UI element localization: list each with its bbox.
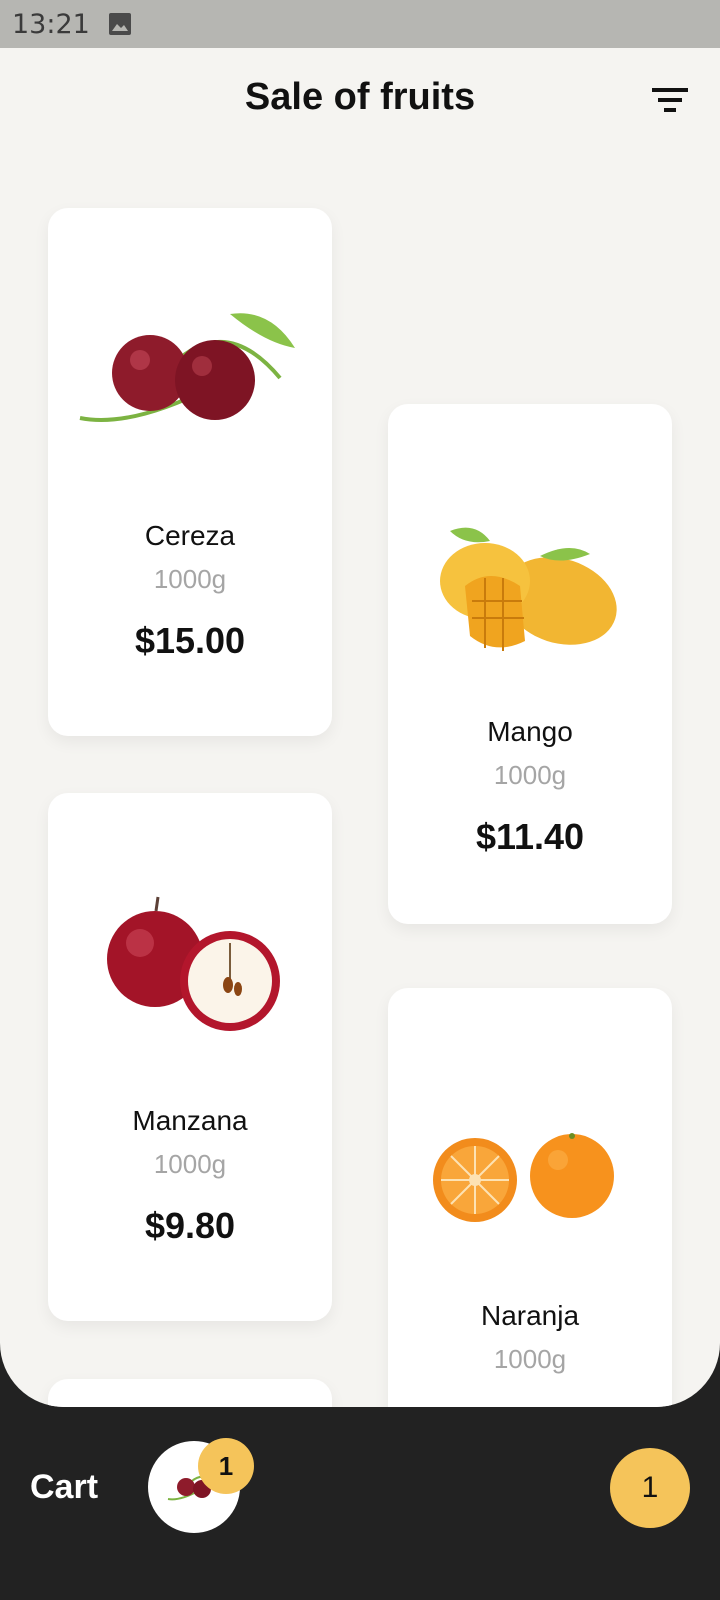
product-price: $11.40 bbox=[475, 816, 585, 857]
product-name: Cereza bbox=[144, 520, 236, 551]
apple-image bbox=[107, 896, 280, 1031]
product-weight: 1000g bbox=[153, 1149, 227, 1179]
product-price: $15.00 bbox=[134, 620, 246, 661]
page-title: Sale of fruits bbox=[244, 76, 476, 118]
status-bar: 13:21 bbox=[0, 0, 720, 48]
filter-icon[interactable] bbox=[648, 84, 696, 120]
image-icon bbox=[109, 13, 131, 35]
cart-item-count-badge: 1 bbox=[198, 1438, 254, 1494]
status-time: 13:21 bbox=[12, 9, 90, 40]
product-name: Naranja bbox=[480, 1300, 580, 1331]
cherry-image bbox=[79, 313, 295, 422]
cart-total-button[interactable]: 1 bbox=[610, 1448, 690, 1528]
product-grid-panel: Sale of fruits Cereza 1000g $15.00 Mango… bbox=[0, 48, 720, 1407]
product-weight: 1000g bbox=[153, 564, 227, 594]
product-card-mango[interactable]: Mango 1000g $11.40 bbox=[388, 404, 672, 924]
orange-image bbox=[433, 1133, 614, 1222]
product-weight: 1000g bbox=[493, 760, 567, 790]
product-card[interactable] bbox=[48, 1379, 332, 1407]
product-card-naranja[interactable]: Naranja 1000g bbox=[388, 988, 672, 1407]
product-name: Mango bbox=[487, 716, 573, 747]
product-price: $9.80 bbox=[144, 1205, 236, 1246]
mango-image bbox=[440, 527, 617, 651]
cart-label: Cart bbox=[30, 1468, 99, 1506]
product-card-cereza[interactable]: Cereza 1000g $15.00 bbox=[48, 208, 332, 736]
product-weight: 1000g bbox=[493, 1344, 567, 1374]
product-name: Manzana bbox=[132, 1105, 248, 1136]
product-card-manzana[interactable]: Manzana 1000g $9.80 bbox=[48, 793, 332, 1321]
